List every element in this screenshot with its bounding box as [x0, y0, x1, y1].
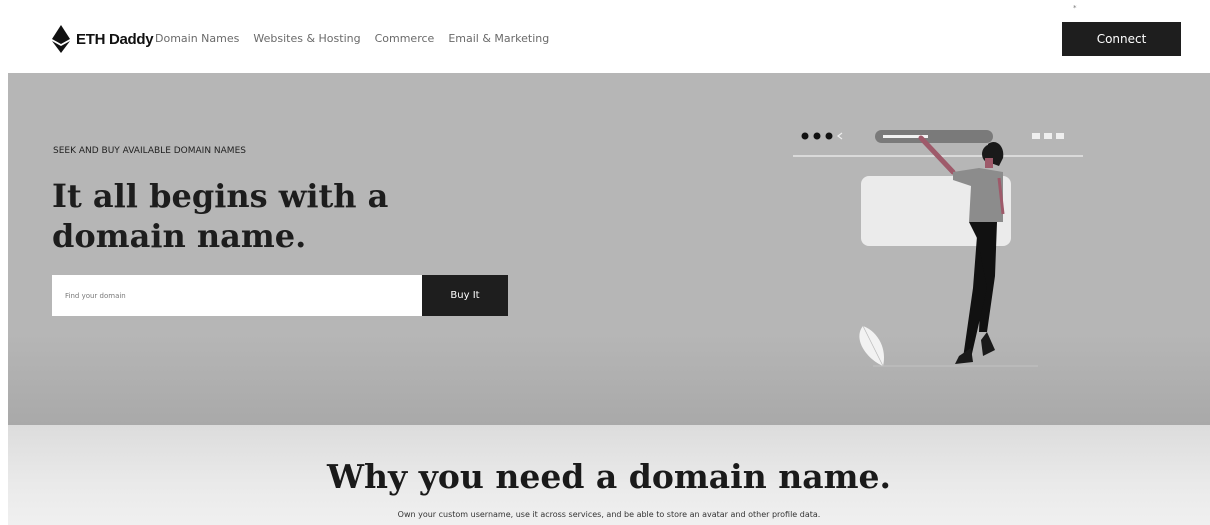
buy-it-button[interactable]: Buy It	[422, 275, 508, 316]
why-title: Why you need a domain name.	[327, 457, 891, 496]
nav-link-websites-hosting[interactable]: Websites & Hosting	[253, 32, 360, 45]
hero-section: SEEK AND BUY AVAILABLE DOMAIN NAMES It a…	[8, 73, 1210, 425]
nav-link-email-marketing[interactable]: Email & Marketing	[448, 32, 549, 45]
corner-mark: *	[1073, 4, 1077, 12]
domain-search-input[interactable]	[52, 275, 422, 316]
why-section: Why you need a domain name. Own your cus…	[8, 425, 1210, 525]
domain-search: Buy It	[52, 275, 508, 316]
hero-eyebrow: SEEK AND BUY AVAILABLE DOMAIN NAMES	[53, 146, 246, 156]
nav-link-domain-names[interactable]: Domain Names	[155, 32, 239, 45]
nav-link-commerce[interactable]: Commerce	[375, 32, 435, 45]
browser-person-illustration	[793, 130, 1083, 367]
ethereum-logo-icon	[52, 25, 70, 53]
nav-links: Domain Names Websites & Hosting Commerce…	[155, 32, 563, 45]
connect-button[interactable]: Connect	[1062, 22, 1181, 56]
brand-name: ETH Daddy	[76, 30, 154, 48]
hero-headline: It all begins with a domain name.	[52, 177, 389, 255]
why-subtitle: Own your custom username, use it across …	[397, 510, 821, 519]
brand-logo-link[interactable]: ETH Daddy	[52, 25, 154, 53]
top-nav: * ETH Daddy Domain Names Websites & Host…	[0, 0, 1210, 73]
